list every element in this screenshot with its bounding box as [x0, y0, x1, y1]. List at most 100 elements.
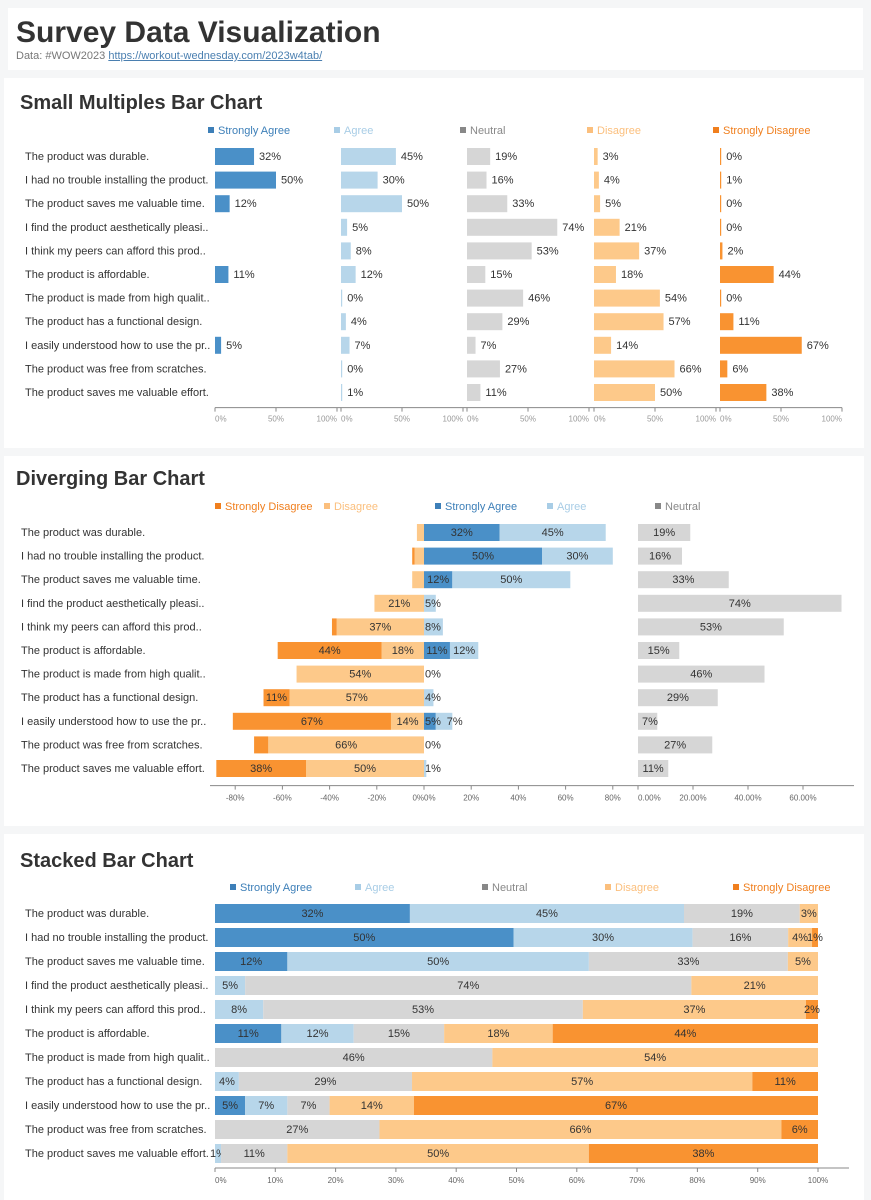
bar-label-neutral: 16% — [492, 175, 514, 187]
bar-agree — [341, 360, 343, 378]
bar-label-neutral: 46% — [528, 293, 550, 305]
bar-strongly_disagree — [331, 618, 337, 636]
bar-label-disagree: 14% — [616, 340, 638, 352]
bar-label-strongly_agree: 12% — [235, 198, 257, 210]
dashboard: Survey Data Visualization Data: #WOW2023… — [0, 0, 871, 1200]
bar-strongly_disagree — [720, 266, 774, 283]
x-tick-label: 80% — [605, 794, 621, 803]
legend-label-agree: Agree — [557, 501, 586, 513]
bar-disagree — [416, 524, 424, 541]
bar-label-agree: 7% — [355, 340, 371, 352]
header: Survey Data Visualization Data: #WOW2023… — [8, 8, 863, 70]
bar-label-disagree: 37% — [369, 621, 391, 633]
row-label: The product is affordable. — [21, 645, 146, 657]
bar-label-neutral: 33% — [677, 956, 699, 968]
stacked-title: Stacked Bar Chart — [20, 850, 194, 872]
bar-strongly_disagree — [720, 384, 767, 401]
row-label: I think my peers can afford this prod.. — [21, 621, 202, 633]
page-title: Survey Data Visualization — [16, 16, 381, 49]
bar-disagree — [594, 266, 616, 283]
bar-agree — [341, 313, 346, 331]
bar-label-agree: 30% — [566, 551, 588, 563]
bar-disagree — [594, 148, 598, 165]
row-label: The product has a functional design. — [21, 692, 198, 704]
bar-label-strongly_agree: 50% — [472, 551, 494, 563]
bar-label-strongly_agree: 50% — [281, 175, 303, 187]
x-tick-label: 20.00% — [679, 794, 706, 803]
bar-disagree — [594, 242, 640, 260]
row-label: I think my peers can afford this prod.. — [25, 1004, 206, 1016]
data-source-label: Data: #WOW2023 — [16, 50, 106, 62]
bar-neutral — [467, 266, 486, 283]
row-label: The product saves me valuable time. — [21, 574, 201, 586]
bar-neutral — [467, 218, 558, 236]
bar-label-disagree: 50% — [354, 763, 376, 775]
bar-strongly_disagree — [720, 195, 722, 213]
x-tick-label: 0% — [594, 415, 606, 424]
bar-label-strongly_agree: 11% — [426, 645, 447, 657]
bar-label-strongly_agree: 12% — [427, 574, 449, 586]
legend-swatch-strongly_disagree — [713, 127, 719, 133]
bar-label-neutral: 16% — [729, 932, 751, 944]
row-label: I easily understood how to use the pr.. — [25, 340, 210, 352]
x-tick-label: 50% — [268, 415, 284, 424]
bar-label-neutral: 27% — [505, 363, 527, 375]
legend-label-neutral: Neutral — [470, 125, 505, 137]
legend-swatch-strongly_agree — [208, 127, 214, 133]
bar-label-agree: 30% — [592, 932, 614, 944]
x-tick-label: 40% — [510, 794, 526, 803]
bar-disagree — [594, 289, 660, 307]
bar-label-strongly_disagree: 0% — [726, 222, 742, 234]
row-label: I had no trouble installing the product. — [25, 932, 208, 944]
bar-label-agree: 50% — [500, 574, 522, 586]
bar-label-disagree: 50% — [427, 1148, 449, 1160]
x-tick-label: 0% — [720, 415, 732, 424]
bar-neutral — [467, 336, 476, 354]
x-tick-label: 50% — [773, 415, 789, 424]
x-tick-label: 20% — [328, 1176, 344, 1185]
bar-agree — [341, 266, 356, 283]
stacked-panel: Stacked Bar Chart Strongly Agree Agree Neu… — [4, 834, 864, 1200]
bar-label-strongly_disagree: 0% — [726, 293, 742, 305]
bar-label-strongly_disagree: 11% — [738, 316, 759, 328]
bar-label-strongly_disagree: 44% — [779, 269, 801, 281]
bar-label-neutral: 74% — [562, 222, 584, 234]
bar-label-strongly_agree: 32% — [451, 527, 473, 539]
x-tick-label: 100% — [317, 415, 337, 424]
bar-strongly_agree — [215, 336, 222, 354]
bar-label-neutral: 19% — [495, 151, 517, 163]
row-label: I had no trouble installing the product. — [25, 175, 208, 187]
legend-label-strongly_disagree: Strongly Disagree — [743, 882, 830, 894]
bar-agree — [341, 148, 396, 165]
bar-label-agree: 5% — [222, 980, 238, 992]
bar-label-neutral: 7% — [642, 716, 658, 728]
x-tick-label: 0% — [424, 794, 436, 803]
bar-strongly_disagree — [720, 242, 723, 260]
bar-label-disagree: 57% — [571, 1076, 593, 1088]
legend-swatch-strongly_agree — [230, 884, 236, 890]
bar-label-agree: 1% — [347, 387, 363, 399]
bar-label-disagree: 21% — [744, 980, 766, 992]
bar-label-strongly_disagree: 6% — [732, 363, 748, 375]
row-label: The product is made from high qualit.. — [25, 293, 210, 305]
x-tick-label: 0% — [341, 415, 353, 424]
bar-label-disagree: 14% — [396, 716, 418, 728]
bar-label-agree: 7% — [258, 1100, 274, 1112]
legend-swatch-agree — [547, 503, 553, 509]
x-tick-label: 10% — [267, 1176, 283, 1185]
bar-label-neutral: 29% — [507, 316, 529, 328]
bar-disagree — [594, 360, 675, 378]
legend-label-neutral: Neutral — [665, 501, 700, 513]
x-tick-label: 0.00% — [638, 794, 661, 803]
x-tick-label: -20% — [367, 794, 386, 803]
bar-label-agree: 50% — [427, 956, 449, 968]
bar-label-neutral: 46% — [343, 1052, 365, 1064]
x-tick-label: 50% — [520, 415, 536, 424]
data-source-link[interactable]: https://workout-wednesday.com/2023w4tab/ — [108, 50, 322, 62]
row-label: The product saves me valuable effort. — [21, 763, 205, 775]
bar-label-strongly_agree: 11% — [233, 269, 254, 281]
bar-neutral — [467, 171, 487, 189]
bar-label-disagree: 21% — [625, 222, 647, 234]
bar-agree — [341, 384, 343, 401]
x-tick-label: 90% — [750, 1176, 766, 1185]
